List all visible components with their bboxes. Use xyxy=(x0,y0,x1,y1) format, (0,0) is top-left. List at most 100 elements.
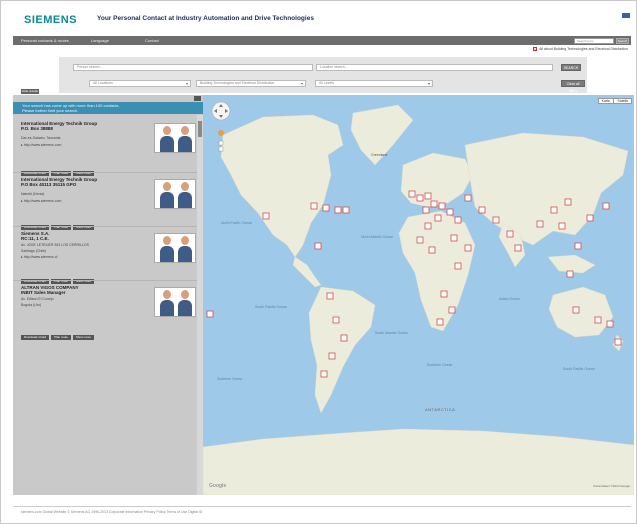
map-marker xyxy=(514,244,522,252)
contact-name: ALTRAN VIGOS COMPANY INBIT Sales Manager xyxy=(21,285,141,295)
contact-address: Dar-es-Salaam, Tanzania xyxy=(21,136,61,140)
levels-dropdown[interactable]: All Levels xyxy=(315,80,433,87)
notice-line: Please further limit your search. xyxy=(22,108,79,113)
contact-website-text[interactable]: http://www.siemens.cl xyxy=(24,255,58,259)
map-marker xyxy=(446,208,454,216)
map-marker xyxy=(594,316,602,324)
nav-item-language[interactable]: Language xyxy=(91,36,109,45)
contact-card: ALTRAN VIGOS COMPANY INBIT Sales Manager … xyxy=(21,285,197,380)
results-toolbar xyxy=(13,95,203,102)
ocean-label: Indian Ocean xyxy=(499,297,520,301)
pegman-icon xyxy=(218,130,224,136)
satellite-view-button[interactable]: Satellit xyxy=(613,98,632,104)
map-credit[interactable]: Kartendaten ©2013 Google xyxy=(593,484,630,488)
map-marker xyxy=(450,234,458,242)
contact-website-link[interactable]: ▸ http://www.siemens.com xyxy=(21,199,61,203)
contact-website-link[interactable]: ▸ http://www.siemens.com xyxy=(21,143,61,147)
map-marker xyxy=(332,316,340,324)
hide-results-button[interactable]: Hide results xyxy=(21,89,39,94)
location-search-input[interactable]: Location search... xyxy=(316,64,553,71)
nav-search-button[interactable]: Search xyxy=(616,37,629,44)
contact-photo xyxy=(154,179,196,209)
contact-city: Santiago (Chile) xyxy=(21,249,47,253)
contact-website-text[interactable]: http://www.siemens.com xyxy=(24,199,62,203)
contact-name-line: RC:11, 1 C.E. xyxy=(21,236,49,241)
ocean-label: South Atlantic Ocean xyxy=(375,331,408,335)
contact-photo xyxy=(154,123,196,153)
map-marker xyxy=(574,242,582,250)
map-marker xyxy=(586,214,594,222)
contact-website-link[interactable]: ▸ http://www.siemens.cl xyxy=(21,255,57,259)
nav-item-contacts[interactable]: Personal contacts & routes xyxy=(21,36,69,45)
page: SIEMENS Your Personal Contact at Industr… xyxy=(0,0,637,524)
map-marker xyxy=(614,338,622,346)
land-masses xyxy=(203,104,634,495)
contact-address: Av. Edison El Conejo xyxy=(21,297,54,301)
contact-name-line: P.O. Box 38888 xyxy=(21,126,53,131)
map-marker xyxy=(536,220,544,228)
locations-dropdown[interactable]: All Locations xyxy=(89,80,191,87)
map-marker xyxy=(340,334,348,342)
footer-links[interactable]: siemens.com Global Website © Siemens AG … xyxy=(21,510,202,514)
siemens-logo[interactable]: SIEMENS xyxy=(24,14,77,26)
nav-item-contact[interactable]: Contact xyxy=(145,36,159,45)
map-marker xyxy=(334,206,342,214)
results-notice: Your search has come up with more than 1… xyxy=(13,102,203,114)
world-map[interactable]: Karte Satellit North Pacific Ocean North… xyxy=(203,95,634,495)
clear-filters-button[interactable]: Clear all filters xyxy=(561,80,585,93)
download-vcard-button[interactable]: Download vCard xyxy=(21,335,50,340)
search-panel: Person search... Location search... SEAR… xyxy=(59,57,587,93)
map-view-button[interactable]: Karte xyxy=(597,98,614,104)
asia xyxy=(464,132,629,246)
filter-checkbox-label: All about Building Technologies and Elec… xyxy=(539,47,628,51)
north-america xyxy=(220,114,344,258)
map-marker xyxy=(478,206,486,214)
person-search-input[interactable]: Person search... xyxy=(73,64,313,71)
ocean-label: North Atlantic Ocean xyxy=(361,235,394,239)
map-marker xyxy=(422,206,430,214)
contact-photo xyxy=(154,233,196,263)
show-more-button[interactable]: Show more xyxy=(72,335,95,340)
map-marker xyxy=(550,206,558,214)
map-marker xyxy=(454,262,462,270)
map-marker xyxy=(436,318,444,326)
contact-photo xyxy=(154,287,196,317)
divider xyxy=(13,172,197,173)
map-marker xyxy=(606,320,614,328)
map-marker xyxy=(310,202,318,210)
contact-website-text[interactable]: http://www.siemens.com xyxy=(24,143,62,147)
contact-name-line: P.O Box 40113 35115 GPO xyxy=(21,182,77,187)
map-marker xyxy=(434,214,442,222)
map-marker xyxy=(326,292,334,300)
search-button[interactable]: SEARCH xyxy=(561,64,581,71)
results-list: International Energy Technik Group P.O. B… xyxy=(13,115,197,495)
ocean-label: Southern Ocean xyxy=(427,363,453,367)
ocean-label: North Pacific Ocean xyxy=(221,221,253,225)
filter-checkbox[interactable] xyxy=(533,47,538,52)
map-marker xyxy=(454,216,462,224)
contact-city: Bogota (Uru) xyxy=(21,303,42,307)
plan-route-button[interactable]: Plan route xyxy=(51,335,71,340)
map-marker xyxy=(558,222,566,230)
collapse-icon[interactable] xyxy=(194,96,201,101)
se-asia xyxy=(547,254,596,274)
map-marker xyxy=(424,222,432,230)
page-title: Your Personal Contact at Industry Automa… xyxy=(97,15,314,22)
building-tech-filter[interactable]: All about Building Technologies and Elec… xyxy=(533,47,628,52)
scroll-thumb[interactable] xyxy=(198,121,202,137)
ocean-label: South Pacific Ocean xyxy=(563,367,595,371)
ocean-label: Southern Ocean xyxy=(217,377,243,381)
map-marker xyxy=(342,206,350,214)
map-marker xyxy=(328,352,336,360)
map-marker xyxy=(206,310,214,318)
map-marker xyxy=(464,194,472,202)
nav-search-input[interactable]: Search term xyxy=(574,37,614,44)
map-canvas[interactable] xyxy=(203,95,634,495)
language-flag-icon[interactable] xyxy=(622,13,630,18)
contact-address: Nairobi (Kenia) xyxy=(21,192,45,196)
google-logo[interactable]: Google xyxy=(209,483,226,489)
divider xyxy=(13,226,197,227)
map-marker xyxy=(416,194,424,202)
contact-name: Siemens S.A. RC:11, 1 C.E. xyxy=(21,231,141,241)
division-dropdown[interactable]: Building Technologies and Electrical Dis… xyxy=(196,80,306,87)
